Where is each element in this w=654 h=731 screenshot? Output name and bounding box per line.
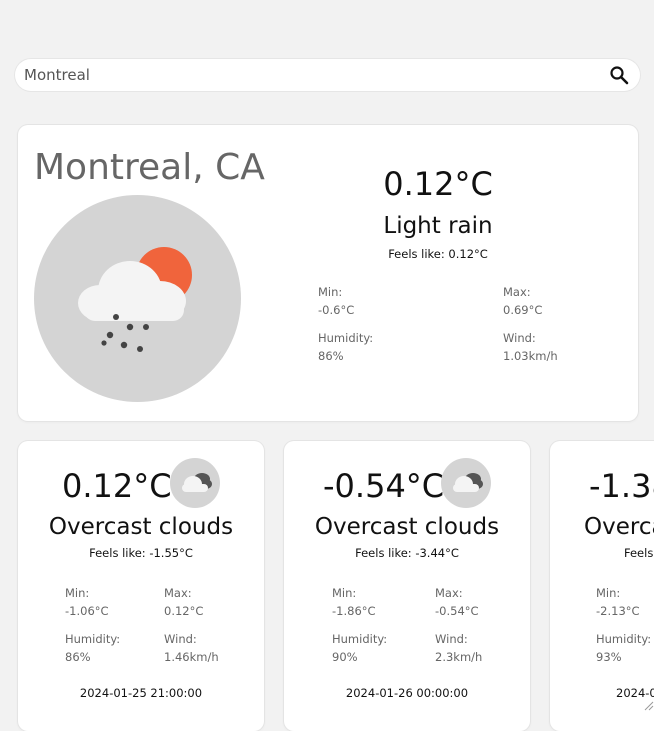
forecast-date: 2024-01-25 21:00:00: [18, 686, 264, 700]
forecast-card: -1.38 Overca Feels Min: -2.13°C Humidity…: [550, 441, 654, 731]
search-bar: [15, 59, 640, 91]
wind-value: 2.3km/h: [435, 648, 482, 666]
forecast-date: 2024-01-26 00:00:00: [284, 686, 530, 700]
humidity-value: 90%: [332, 648, 387, 666]
wind-value: 1.03km/h: [503, 347, 558, 365]
forecast-temperature: -1.38: [589, 467, 654, 505]
overcast-clouds-icon: [170, 458, 220, 508]
max-label: Max:: [503, 283, 542, 301]
current-max: Max: 0.69°C: [503, 283, 542, 319]
forecast-humidity: Humidity: 90%: [332, 630, 387, 666]
max-value: 0.12°C: [164, 602, 203, 620]
min-label: Min:: [65, 584, 109, 602]
wind-value: 1.46km/h: [164, 648, 219, 666]
min-value: -1.86°C: [332, 602, 376, 620]
wind-label: Wind:: [164, 630, 219, 648]
forecast-description: Overcast clouds: [284, 514, 530, 540]
forecast-card: -0.54°C Overcast clouds Feels like: -3.4…: [284, 441, 530, 731]
min-value: -2.13°C: [596, 602, 640, 620]
min-label: Min:: [596, 584, 640, 602]
city-name: Montreal, CA: [34, 147, 265, 188]
forecast-min: Min: -1.06°C: [65, 584, 109, 620]
min-label: Min:: [318, 283, 354, 301]
wind-label: Wind:: [503, 329, 558, 347]
current-min: Min: -0.6°C: [318, 283, 354, 319]
forecast-card: 0.12°C Overcast clouds Feels like: -1.55…: [18, 441, 264, 731]
current-wind: Wind: 1.03km/h: [503, 329, 558, 365]
current-feels-like: Feels like: 0.12°C: [318, 247, 558, 261]
search-icon[interactable]: [608, 64, 630, 86]
forecast-min: Min: -2.13°C: [596, 584, 640, 620]
forecast-humidity: Humidity: 93%: [596, 630, 651, 666]
wind-label: Wind:: [435, 630, 482, 648]
current-humidity: Humidity: 86%: [318, 329, 373, 365]
humidity-value: 86%: [65, 648, 120, 666]
forecast-max: Max: -0.54°C: [435, 584, 479, 620]
overcast-clouds-icon: [441, 458, 491, 508]
current-temperature: 0.12°C: [318, 165, 558, 203]
forecast-description: Overca: [584, 514, 654, 540]
min-value: -0.6°C: [318, 301, 354, 319]
humidity-label: Humidity:: [332, 630, 387, 648]
humidity-value: 93%: [596, 648, 651, 666]
forecast-description: Overcast clouds: [18, 514, 264, 540]
humidity-label: Humidity:: [318, 329, 373, 347]
max-label: Max:: [435, 584, 479, 602]
min-value: -1.06°C: [65, 602, 109, 620]
forecast-feels-like: Feels: [624, 546, 653, 560]
forecast-wind: Wind: 2.3km/h: [435, 630, 482, 666]
max-value: -0.54°C: [435, 602, 479, 620]
cloud-sun-snow-icon: [34, 195, 241, 402]
forecast-feels-like: Feels like: -3.44°C: [284, 546, 530, 560]
current-weather-card: Montreal, CA 0.12°C Light rain Feels lik…: [18, 125, 638, 421]
search-input[interactable]: [24, 66, 608, 84]
resize-handle[interactable]: [642, 696, 654, 708]
forecast-max: Max: 0.12°C: [164, 584, 203, 620]
forecast-wind: Wind: 1.46km/h: [164, 630, 219, 666]
max-value: 0.69°C: [503, 301, 542, 319]
forecast-temperature: -0.54°C: [323, 467, 444, 505]
forecast-temperature: 0.12°C: [62, 467, 172, 505]
humidity-label: Humidity:: [65, 630, 120, 648]
max-label: Max:: [164, 584, 203, 602]
humidity-value: 86%: [318, 347, 373, 365]
humidity-label: Humidity:: [596, 630, 651, 648]
forecast-min: Min: -1.86°C: [332, 584, 376, 620]
forecast-humidity: Humidity: 86%: [65, 630, 120, 666]
min-label: Min:: [332, 584, 376, 602]
forecast-feels-like: Feels like: -1.55°C: [18, 546, 264, 560]
current-description: Light rain: [318, 213, 558, 239]
